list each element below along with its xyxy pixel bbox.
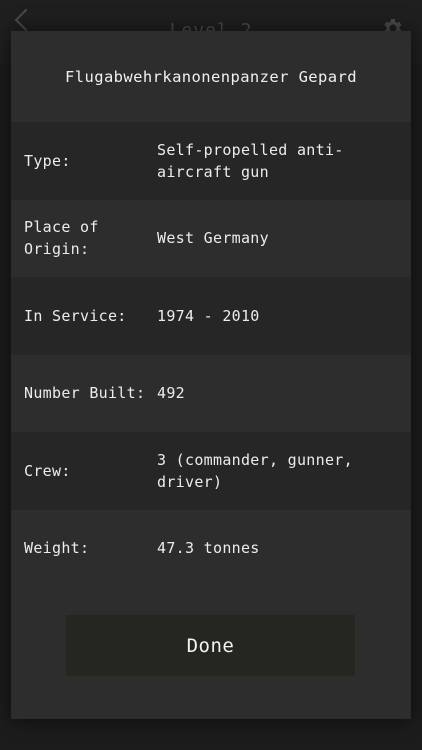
row-label: In Service: [24,306,127,325]
screen: Level 2 Flugabwehrkanonenpanzer Gepard T… [0,0,422,750]
row-value: West Germany [157,229,269,248]
row-label: Crew: [24,461,71,480]
modal-title: Flugabwehrkanonenpanzer Gepard [65,67,357,86]
info-row-in-service: In Service: 1974 - 2010 [11,277,411,355]
row-label: Number Built: [24,384,146,403]
row-value: Self-propelled anti-aircraft gun [157,140,344,181]
row-label: Type: [24,151,71,170]
info-row-weight: Weight: 47.3 tonnes [11,509,411,587]
info-row-origin: Place of Origin: West Germany [11,199,411,277]
done-button[interactable]: Done [66,615,355,676]
row-label: Weight: [24,539,90,558]
info-modal: Flugabwehrkanonenpanzer Gepard Type: Sel… [11,31,411,719]
row-value: 1974 - 2010 [157,306,260,325]
row-value: 47.3 tonnes [157,539,260,558]
info-row-type: Type: Self-propelled anti-aircraft gun [11,122,411,200]
info-row-number-built: Number Built: 492 [11,354,411,432]
info-row-crew: Crew: 3 (commander, gunner, driver) [11,432,411,510]
row-value: 492 [157,384,185,403]
row-value: 3 (commander, gunner, driver) [157,450,353,491]
row-label: Place of Origin: [24,218,99,259]
